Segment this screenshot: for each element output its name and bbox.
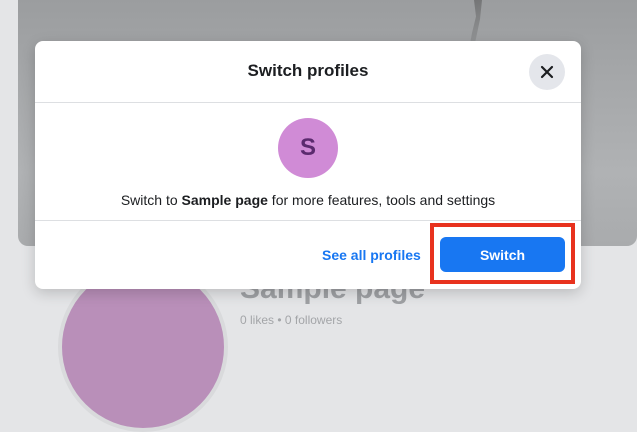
message-suffix: for more features, tools and settings [267, 192, 496, 208]
dialog-divider [35, 220, 581, 221]
close-icon [540, 65, 554, 79]
avatar-letter: S [299, 134, 316, 161]
switch-message: Switch to Sample page for more features,… [35, 192, 581, 208]
message-page-name: Sample page [181, 192, 268, 208]
dialog-header: Switch profiles [35, 41, 581, 103]
highlight-annotation [430, 223, 575, 284]
see-all-profiles-link[interactable]: See all profiles [322, 247, 421, 263]
dialog-title: Switch profiles [247, 61, 369, 80]
background-page-stats: 0 likes • 0 followers [240, 313, 343, 327]
message-prefix: Switch to [120, 192, 182, 208]
close-button[interactable] [529, 54, 565, 90]
profile-avatar: S [278, 118, 338, 178]
